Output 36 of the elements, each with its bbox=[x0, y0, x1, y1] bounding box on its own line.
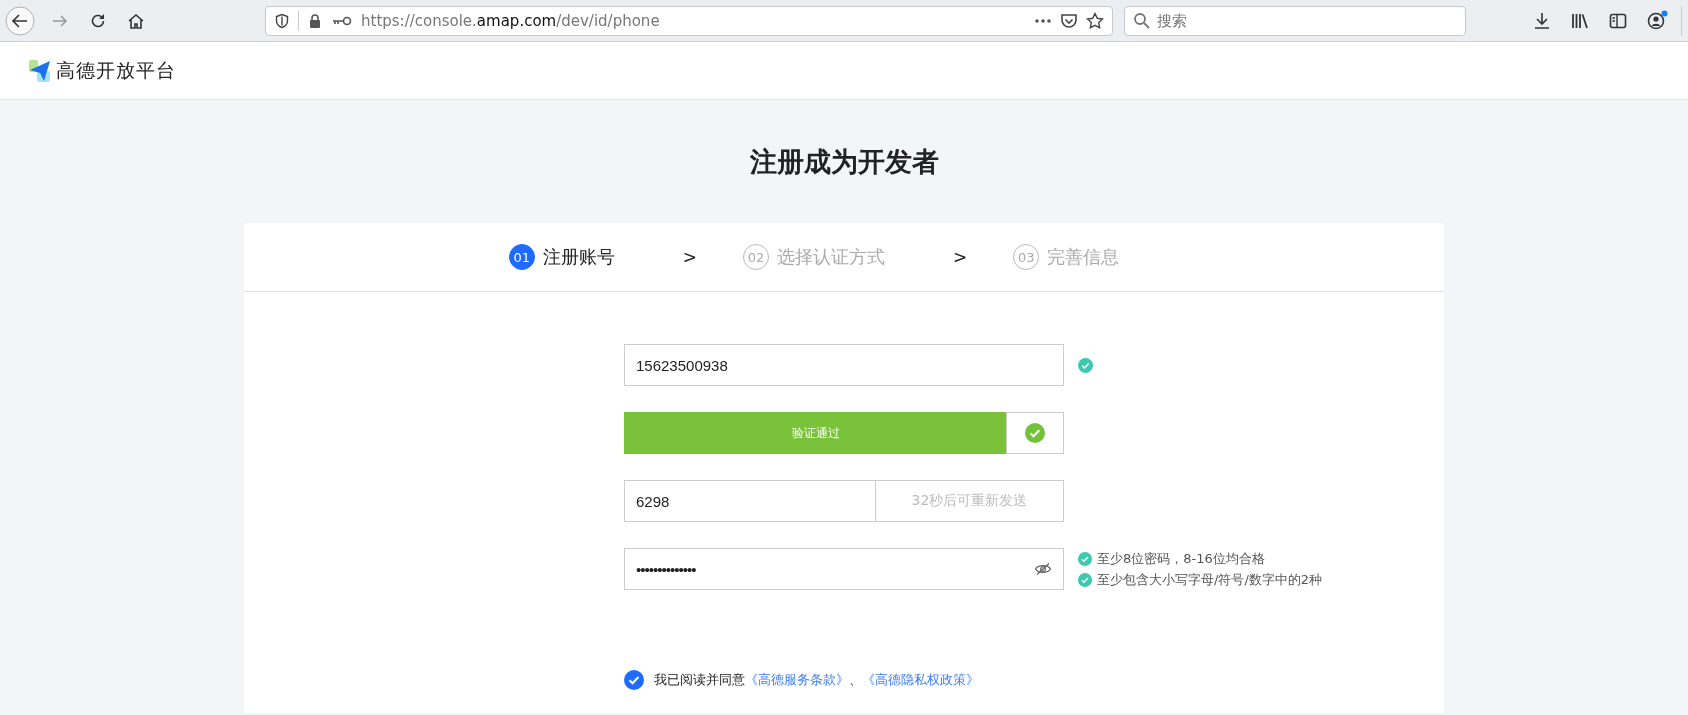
slider-handle[interactable] bbox=[1006, 412, 1064, 454]
check-icon bbox=[1025, 423, 1045, 443]
back-icon[interactable] bbox=[5, 5, 35, 36]
step-number: 01 bbox=[508, 244, 535, 270]
step-label: 选择认证方式 bbox=[777, 245, 885, 269]
search-field[interactable]: 搜索 bbox=[1124, 5, 1466, 36]
paper-plane-logo-icon bbox=[28, 58, 52, 83]
hint-text: 至少8位密码，8-16位均合格 bbox=[1097, 549, 1265, 568]
key-icon[interactable] bbox=[331, 14, 353, 27]
address-bar[interactable]: https://console.amap.com/dev/id/phone bbox=[265, 5, 1113, 36]
download-icon[interactable] bbox=[1532, 10, 1552, 31]
lock-icon bbox=[307, 12, 323, 29]
star-icon[interactable] bbox=[1086, 11, 1104, 30]
hint-text: 至少包含大小写字母/符号/数字中的2种 bbox=[1097, 570, 1323, 589]
phone-input[interactable]: 15623500938 bbox=[624, 344, 1064, 386]
shield-icon[interactable] bbox=[274, 12, 290, 29]
agreement-checkbox[interactable] bbox=[624, 670, 644, 690]
step-separator: > bbox=[682, 247, 697, 267]
slider-track-text: 验证通过 bbox=[790, 424, 841, 442]
agreement-text: 我已阅读并同意 bbox=[654, 671, 745, 689]
code-input[interactable]: 6298 bbox=[624, 480, 876, 522]
terms-link[interactable]: 《高德隐私权政策》 bbox=[862, 671, 979, 689]
pocket-icon[interactable] bbox=[1060, 11, 1078, 30]
eye-slash-icon[interactable] bbox=[1034, 562, 1052, 576]
separator-text: 、 bbox=[849, 671, 862, 689]
page-title: 注册成为开发者 bbox=[749, 145, 939, 179]
search-icon bbox=[1133, 11, 1151, 30]
step-label: 注册账号 bbox=[542, 245, 615, 269]
account-icon[interactable] bbox=[1646, 9, 1668, 32]
step-label: 完善信息 bbox=[1047, 245, 1120, 269]
step-separator: > bbox=[953, 247, 968, 267]
logo-text[interactable]: 高德开放平台 bbox=[56, 57, 176, 84]
more-icon[interactable] bbox=[1034, 17, 1052, 24]
url-text[interactable]: https://console.amap.com/dev/id/phone bbox=[361, 11, 660, 30]
terms-link[interactable]: 《高德服务条款》 bbox=[745, 671, 849, 689]
password-field[interactable]: •••••••••••••• bbox=[624, 548, 1064, 590]
